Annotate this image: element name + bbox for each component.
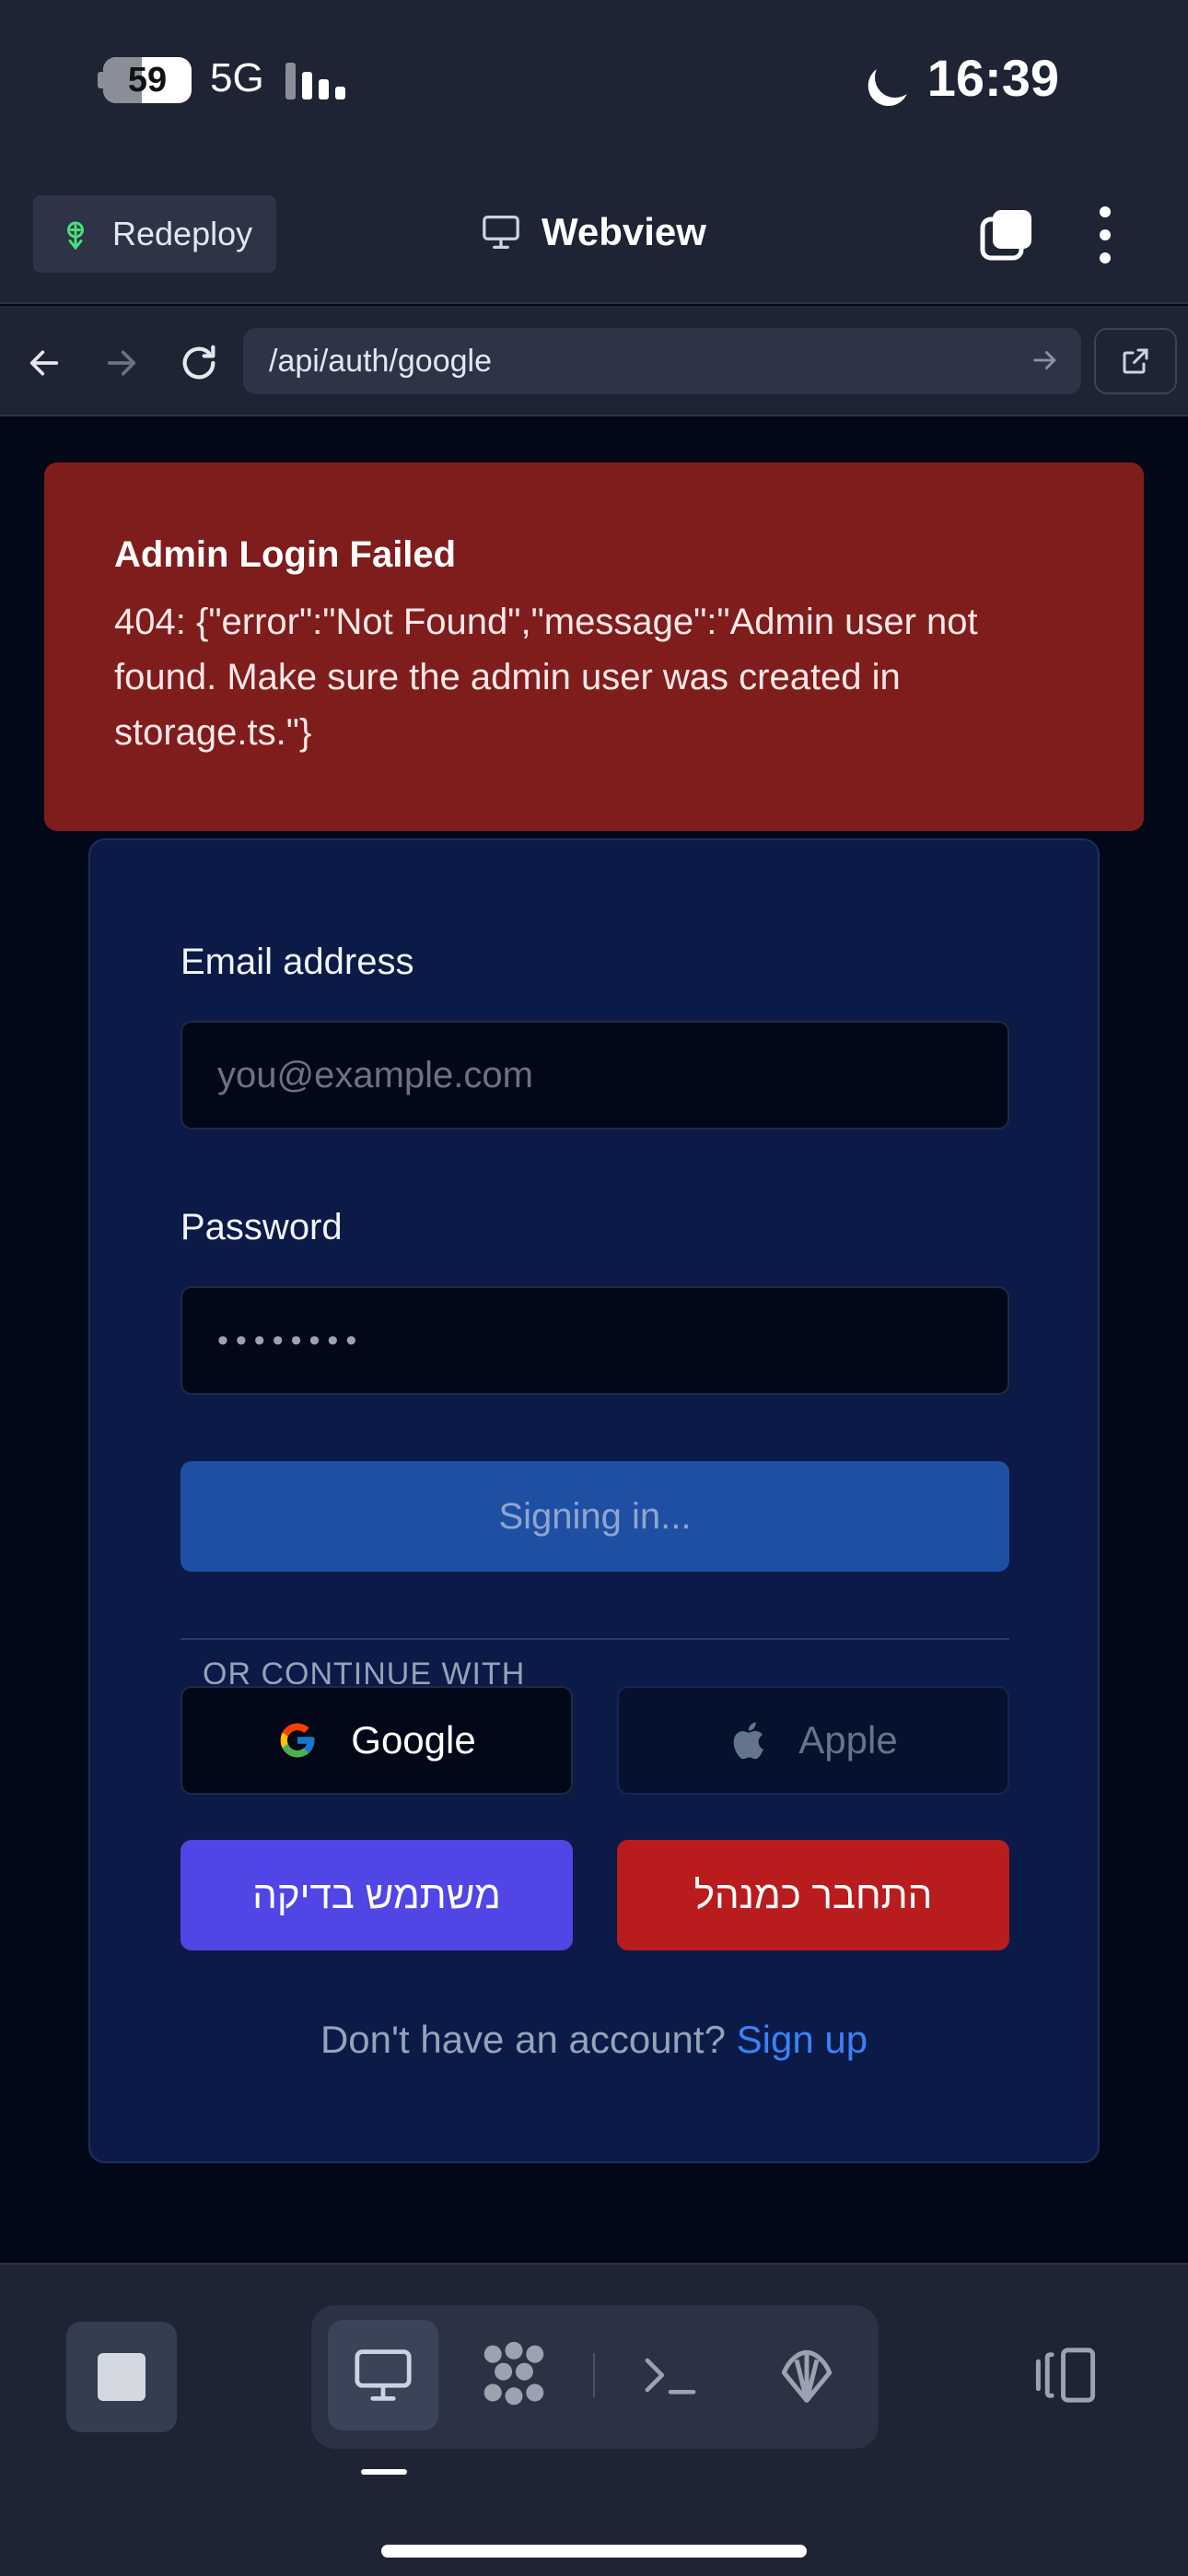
reload-icon (182, 345, 215, 380)
apple-label: Apple (798, 1718, 898, 1762)
apple-button[interactable]: Apple (617, 1686, 1009, 1795)
separator (593, 2353, 595, 2397)
google-button[interactable]: Google (181, 1686, 573, 1795)
battery-indicator: 59 (103, 57, 192, 103)
password-value: •••••••• (217, 1322, 365, 1358)
rocket-icon (67, 221, 84, 251)
monitor-icon (483, 215, 519, 249)
back-button[interactable] (18, 337, 70, 389)
secrets-tab[interactable] (751, 2320, 862, 2430)
signup-prompt: Don't have an account? Sign up (90, 2018, 1098, 2062)
divider (181, 1638, 1009, 1640)
email-label: Email address (181, 942, 414, 982)
panel-toggle-button[interactable] (1031, 2342, 1100, 2408)
bottom-toolbar (0, 2263, 1188, 2576)
arrow-left-icon (29, 350, 59, 376)
go-arrow-icon[interactable] (1030, 345, 1061, 376)
shell-tab[interactable] (615, 2320, 726, 2430)
no-account-text: Don't have an account? (320, 2018, 726, 2061)
redeploy-label: Redeploy (112, 215, 253, 252)
stop-button[interactable] (66, 2322, 177, 2432)
apple-icon (733, 1722, 764, 1760)
external-link-icon (1123, 348, 1148, 374)
tool-switcher (311, 2305, 879, 2449)
webview-tab[interactable]: Webview (481, 210, 706, 254)
arrow-right-icon (107, 350, 136, 376)
status-bar: 59 5G 16:39 (0, 0, 1188, 175)
admin-login-button[interactable]: התחבר כמנהל (617, 1840, 1009, 1950)
demo-user-button[interactable]: משתמש בדיקה (181, 1840, 573, 1950)
admin-login-label: התחבר כמנהל (693, 1873, 933, 1916)
demo-user-label: משתמש בדיקה (252, 1873, 501, 1916)
google-icon (280, 1723, 315, 1758)
url-text: /api/auth/google (269, 343, 492, 379)
email-placeholder: you@example.com (217, 1054, 533, 1095)
redeploy-button[interactable]: Redeploy (33, 195, 276, 273)
more-vertical-icon[interactable] (1087, 206, 1124, 263)
error-message: 404: {"error":"Not Found","message":"Adm… (114, 602, 978, 753)
tabs-button[interactable] (980, 208, 1033, 262)
browser-bar: /api/auth/google (0, 306, 1188, 416)
open-external-button[interactable] (1094, 328, 1177, 394)
login-card: Email address you@example.com Password •… (88, 838, 1100, 2163)
status-time: 16:39 (926, 49, 1059, 107)
moon-icon (869, 52, 921, 103)
stop-icon (98, 2353, 146, 2401)
signal-icon (285, 63, 346, 100)
sign-in-label: Signing in... (498, 1495, 692, 1537)
agent-icon (483, 2341, 544, 2406)
agent-tab[interactable] (459, 2320, 569, 2430)
network-type: 5G (210, 55, 264, 100)
sign-up-link[interactable]: Sign up (737, 2018, 868, 2061)
forward-button[interactable] (96, 337, 147, 389)
active-tab-indicator (361, 2469, 407, 2475)
password-field[interactable]: •••••••• (181, 1286, 1009, 1395)
page-title: Webview (542, 210, 706, 253)
url-field[interactable]: /api/auth/google (243, 328, 1081, 394)
reload-button[interactable] (173, 337, 225, 389)
preview-tab[interactable] (328, 2320, 438, 2430)
webview-content: Admin Login Failed 404: {"error":"Not Fo… (0, 416, 1188, 2263)
panel-toggle-icon (1035, 2348, 1096, 2403)
sign-in-button[interactable]: Signing in... (181, 1461, 1009, 1572)
terminal-icon (645, 2358, 696, 2395)
tabs-icon (980, 210, 1031, 261)
home-indicator (381, 2545, 807, 2558)
password-label: Password (181, 1207, 343, 1247)
app-header: Redeploy Webview (0, 175, 1188, 304)
google-label: Google (351, 1718, 476, 1762)
shell-icon (781, 2349, 833, 2403)
or-continue-with: OR CONTINUE WITH (203, 1657, 526, 1684)
battery-level: 59 (127, 61, 168, 100)
email-field[interactable]: you@example.com (181, 1021, 1009, 1130)
error-title: Admin Login Failed (114, 534, 457, 575)
error-toast: Admin Login Failed 404: {"error":"Not Fo… (44, 463, 1144, 831)
monitor-icon (355, 2349, 412, 2401)
